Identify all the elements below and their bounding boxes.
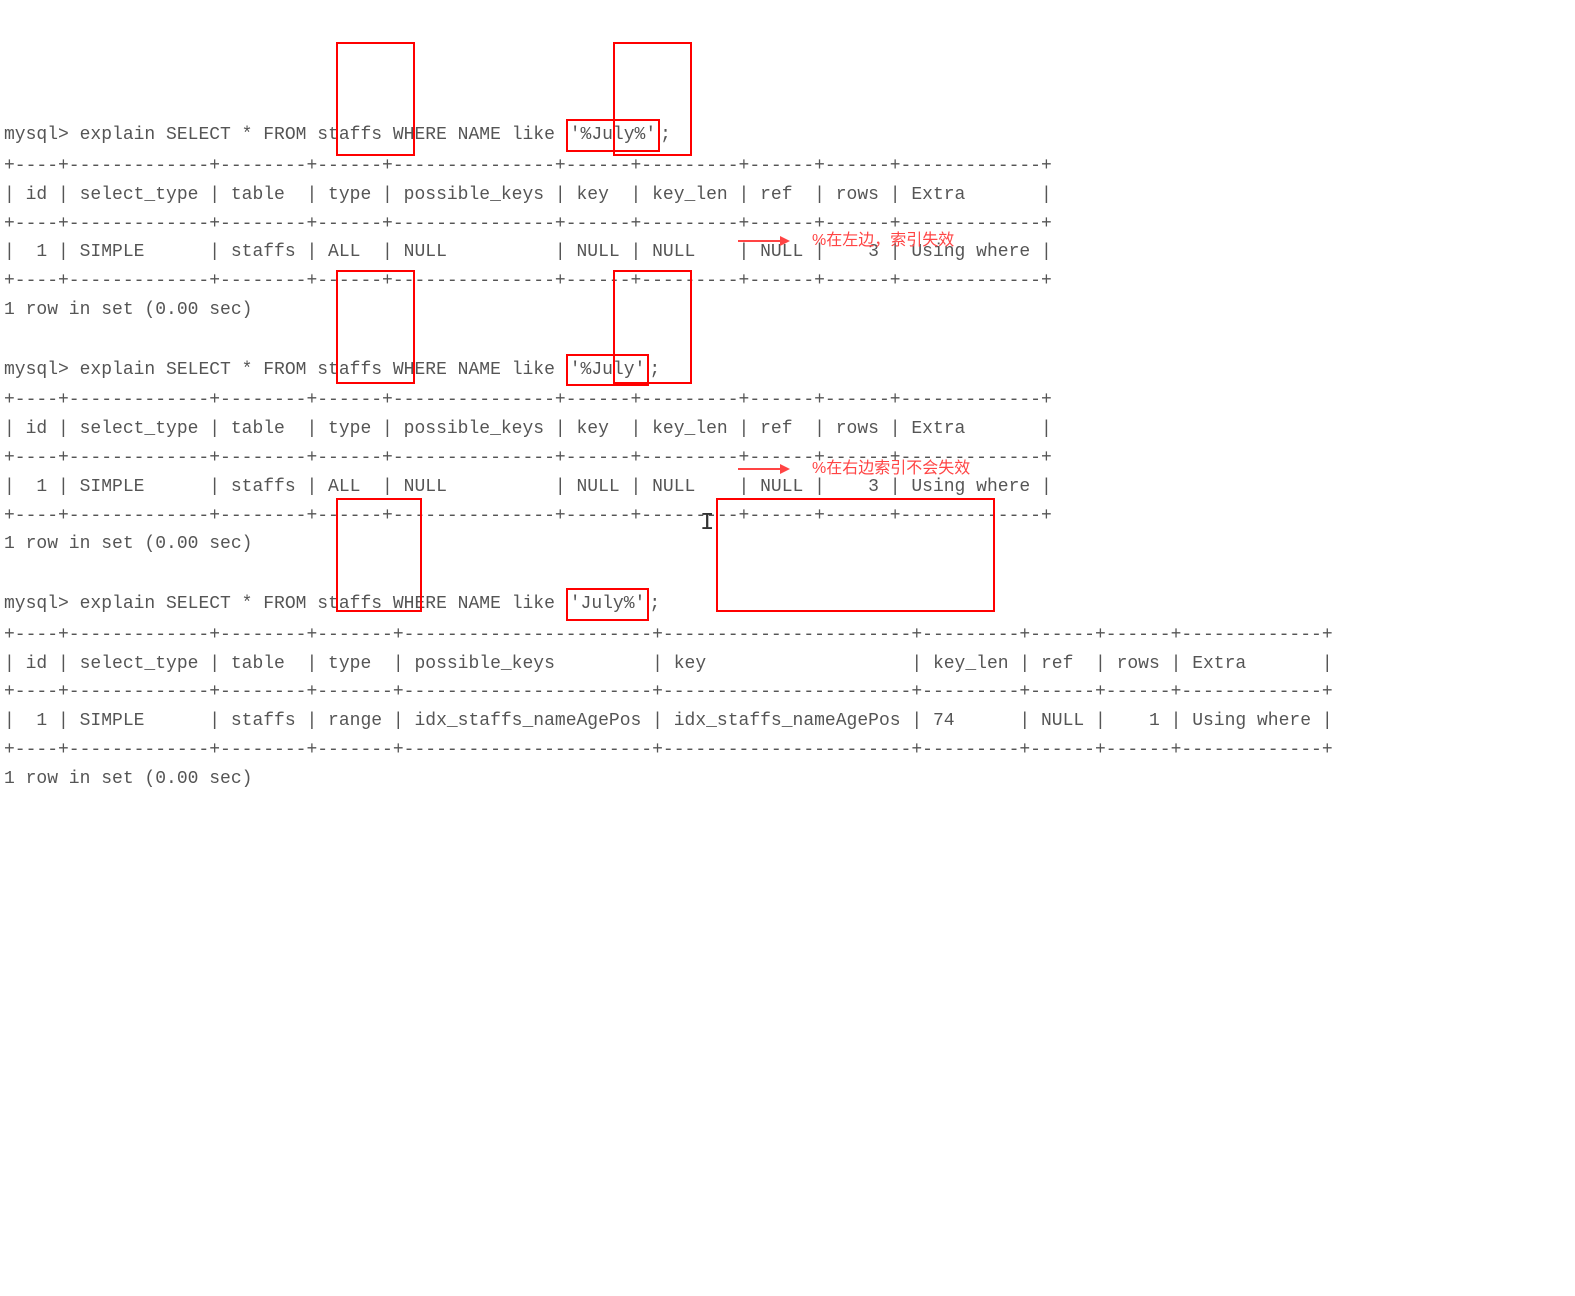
table-header: | id | select_type | table | type | poss…	[4, 419, 1052, 439]
table-border: +----+-------------+--------+------+----…	[4, 390, 1052, 410]
key-column-highlight	[716, 498, 995, 612]
terminal-output: mysql> explain SELECT * FROM staffs WHER…	[4, 119, 1571, 793]
table-border: +----+-------------+--------+-------+---…	[4, 740, 1333, 760]
table-border: +----+-------------+--------+-------+---…	[4, 682, 1333, 702]
sql-command: explain SELECT * FROM staffs WHERE NAME …	[80, 360, 566, 380]
result-footer: 1 row in set (0.00 sec)	[4, 300, 252, 320]
type-column-highlight	[336, 270, 415, 384]
type-column-highlight	[336, 42, 415, 156]
table-border: +----+-------------+--------+------+----…	[4, 156, 1052, 176]
arrow-icon	[738, 468, 788, 470]
result-footer: 1 row in set (0.00 sec)	[4, 769, 252, 789]
table-border: +----+-------------+--------+-------+---…	[4, 625, 1333, 645]
sql-command: explain SELECT * FROM staffs WHERE NAME …	[80, 594, 566, 614]
table-row: | 1 | SIMPLE | staffs | range | idx_staf…	[4, 711, 1333, 731]
key-column-highlight	[613, 270, 692, 384]
key-column-highlight	[613, 42, 692, 156]
like-value-highlight: 'July%'	[566, 588, 650, 621]
mysql-prompt: mysql>	[4, 594, 69, 614]
mysql-prompt: mysql>	[4, 360, 69, 380]
sql-command: explain SELECT * FROM staffs WHERE NAME …	[80, 125, 566, 145]
table-header: | id | select_type | table | type | poss…	[4, 185, 1052, 205]
annotation-left-percent: %在左边，索引失效	[812, 228, 954, 254]
annotation-right-percent: %在右边索引不会失效	[812, 456, 970, 482]
mysql-prompt: mysql>	[4, 125, 69, 145]
arrow-icon	[738, 240, 788, 242]
text-cursor-icon: I	[700, 505, 714, 543]
table-header: | id | select_type | table | type | poss…	[4, 654, 1333, 674]
result-footer: 1 row in set (0.00 sec)	[4, 534, 252, 554]
table-border: +----+-------------+--------+------+----…	[4, 271, 1052, 291]
type-column-highlight	[336, 498, 422, 612]
